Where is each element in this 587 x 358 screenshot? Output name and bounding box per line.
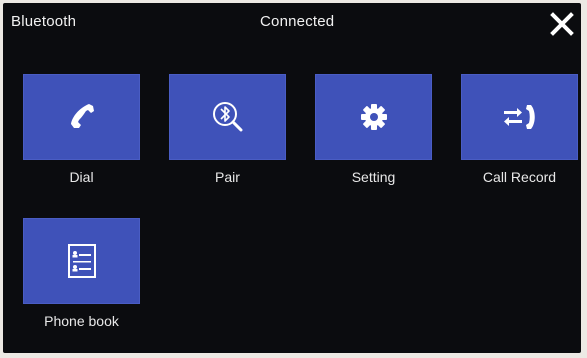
close-button[interactable] [549, 11, 575, 37]
setting-button[interactable] [315, 74, 432, 160]
phone-handset-icon [67, 102, 97, 132]
dial-label: Dial [69, 169, 94, 185]
phone-book-button[interactable] [23, 218, 140, 304]
screen-title: Bluetooth [11, 13, 77, 30]
dial-button[interactable] [23, 74, 140, 160]
call-record-tile[interactable]: Call Record [461, 74, 578, 191]
bluetooth-screen: Bluetooth Connected Dial Pair Setting Ca… [3, 3, 581, 353]
gear-icon [359, 102, 389, 132]
pair-tile[interactable]: Pair [169, 74, 286, 191]
call-record-button[interactable] [461, 74, 578, 160]
phone-book-tile[interactable]: Phone book [23, 218, 140, 335]
setting-tile[interactable]: Setting [315, 74, 432, 191]
pair-button[interactable] [169, 74, 286, 160]
phone-book-label: Phone book [44, 313, 119, 329]
setting-label: Setting [351, 169, 396, 185]
bluetooth-search-icon [208, 97, 248, 137]
close-icon [549, 11, 575, 37]
connection-status: Connected [260, 13, 335, 30]
pair-label: Pair [215, 169, 240, 185]
call-record-label: Call Record [482, 169, 557, 185]
dial-tile[interactable]: Dial [23, 74, 140, 191]
contacts-list-icon [67, 243, 97, 279]
call-record-icon [500, 102, 540, 132]
